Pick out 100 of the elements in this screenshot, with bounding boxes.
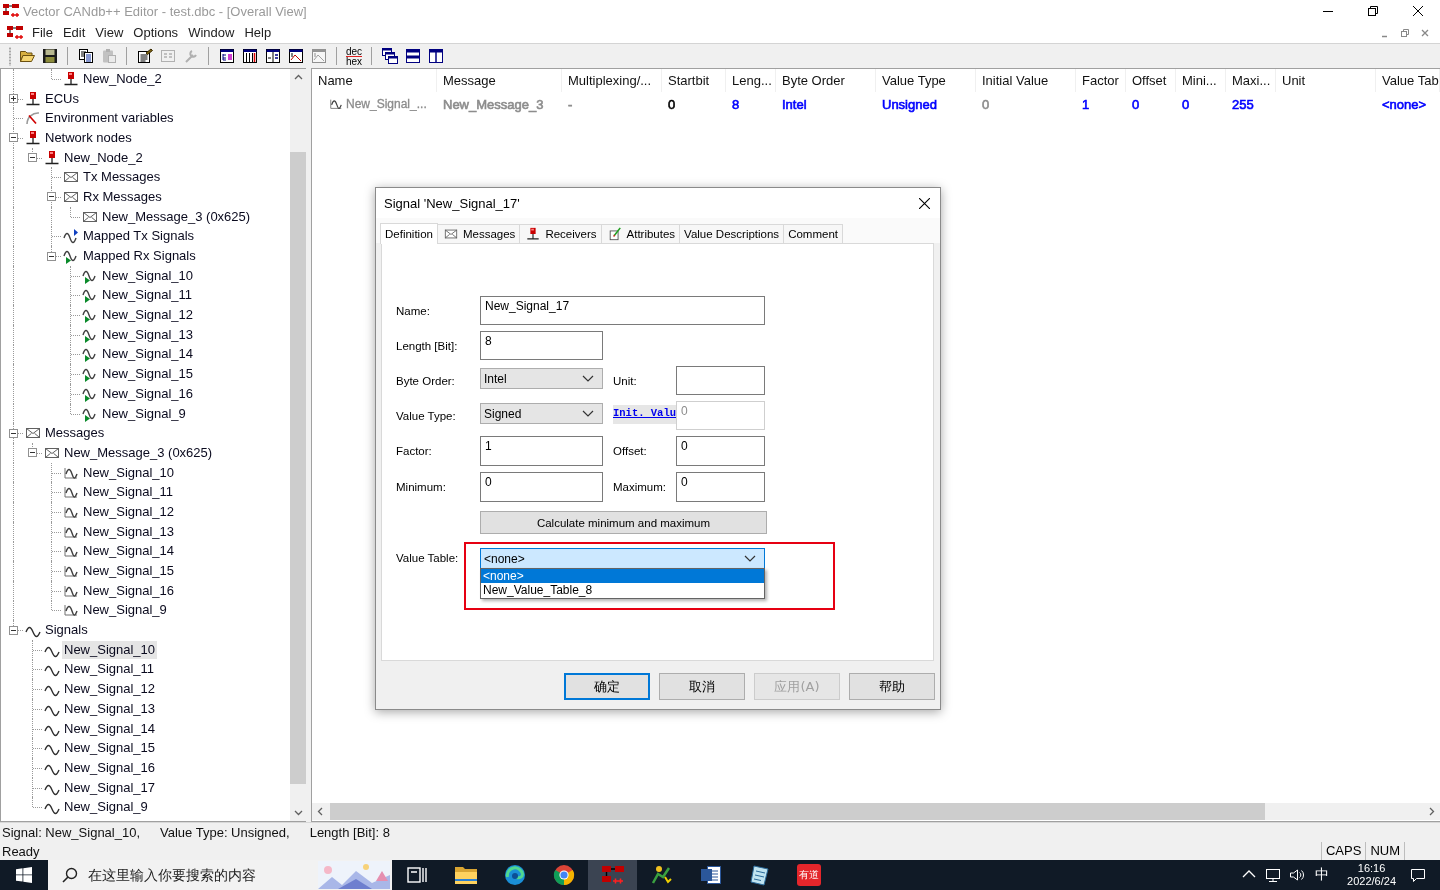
tree-item[interactable]: Environment variables <box>43 109 176 128</box>
plus-toggle-icon[interactable] <box>9 94 18 104</box>
tree-item[interactable]: New_Signal_15 <box>62 739 158 758</box>
column-header[interactable]: Initial Value <box>976 69 1076 92</box>
offset-field[interactable]: 0 <box>676 436 765 466</box>
tree-item[interactable]: New_Message_3 (0x625) <box>100 207 253 226</box>
vertical-scrollbar[interactable] <box>290 69 306 821</box>
tree-item[interactable]: New_Signal_11 <box>81 483 176 502</box>
tab[interactable]: Messages <box>436 224 521 243</box>
tree-item[interactable]: New_Signal_12 <box>62 680 158 699</box>
tree-item[interactable]: Rx Messages <box>81 187 164 206</box>
column-header[interactable]: Mini... <box>1176 69 1226 92</box>
number-format-button[interactable]: dec hex <box>343 45 365 67</box>
tab[interactable]: Value Descriptions <box>679 224 785 243</box>
close-icon[interactable] <box>1420 27 1430 38</box>
tab[interactable]: Comment <box>783 224 843 243</box>
tree-item[interactable]: New_Signal_13 <box>100 325 196 344</box>
minus-toggle-icon[interactable] <box>9 428 18 438</box>
tree-item[interactable]: New_Signal_10 <box>81 463 177 482</box>
tree-item[interactable]: New_Signal_16 <box>100 384 196 403</box>
tree-item[interactable]: New_Signal_15 <box>81 562 177 581</box>
tree-item[interactable]: New_Signal_14 <box>62 719 158 738</box>
column-header[interactable]: Factor <box>1076 69 1126 92</box>
column-header[interactable]: Multiplexing/... <box>562 69 662 92</box>
minus-toggle-icon[interactable] <box>47 251 56 261</box>
clock-time[interactable]: 16:16 <box>1357 862 1386 875</box>
tree-item[interactable]: New_Signal_17 <box>62 778 158 797</box>
minus-toggle-icon[interactable] <box>28 153 37 163</box>
taskbar-button[interactable]: 有道 <box>784 860 833 890</box>
column-header[interactable]: Message <box>437 69 562 92</box>
minus-toggle-icon[interactable] <box>9 133 18 143</box>
tree-item[interactable]: Network nodes <box>43 128 134 147</box>
unit-field[interactable] <box>676 366 765 395</box>
tree-item[interactable]: New_Signal_14 <box>81 542 177 561</box>
notification-icon[interactable] <box>1410 867 1426 883</box>
column-header[interactable]: Byte Order <box>776 69 876 92</box>
tree-item[interactable]: New_Signal_15 <box>100 365 196 384</box>
menu-item[interactable]: Options <box>128 24 184 41</box>
tab[interactable]: Attributes <box>600 224 681 243</box>
monitor-icon[interactable] <box>1265 867 1282 883</box>
column-header[interactable]: Startbit <box>662 69 726 92</box>
tree-item[interactable]: New_Signal_11 <box>100 286 195 305</box>
scrollbar-thumb[interactable] <box>290 152 306 784</box>
minimum-field[interactable]: 0 <box>480 472 603 502</box>
minus-toggle-icon[interactable] <box>47 192 56 202</box>
column-header[interactable]: Name <box>312 69 437 92</box>
column-header[interactable]: Offset <box>1126 69 1176 92</box>
tree-item[interactable]: New_Signal_9 <box>62 798 150 817</box>
dialog-button[interactable]: 帮助 <box>849 673 935 700</box>
tree-item[interactable]: New_Signal_11 <box>62 660 157 679</box>
tree-item[interactable]: New_Signal_16 <box>81 581 177 600</box>
column-header[interactable]: Value Type <box>876 69 976 92</box>
tree-item[interactable]: Signals <box>43 621 90 640</box>
toolbar-grip[interactable] <box>8 46 12 66</box>
scrollbar-thumb[interactable] <box>330 803 1265 820</box>
dialog-button[interactable]: 取消 <box>659 673 745 700</box>
minus-toggle-icon[interactable] <box>9 625 18 635</box>
tree-item[interactable]: New_Signal_13 <box>62 699 158 718</box>
menu-item[interactable]: View <box>90 24 129 41</box>
menu-item[interactable]: Help <box>239 24 277 41</box>
tab[interactable]: Definition <box>380 223 438 244</box>
column-header[interactable]: Maxi... <box>1226 69 1276 92</box>
column-header[interactable]: Value Tab <box>1376 69 1440 92</box>
tree-item[interactable]: New_Signal_10 <box>100 266 196 285</box>
dialog-button[interactable]: 确定 <box>564 673 650 700</box>
name-field[interactable]: New_Signal_17 <box>480 296 765 325</box>
tree-item[interactable]: New_Signal_12 <box>100 306 196 325</box>
speaker-icon[interactable] <box>1289 867 1306 883</box>
length-field[interactable]: 8 <box>480 331 603 360</box>
horizontal-scrollbar[interactable] <box>312 803 1440 820</box>
tree-item[interactable]: New_Message_3 (0x625) <box>62 443 215 462</box>
tree-item[interactable]: New_Node_2 <box>62 148 145 167</box>
clock-date[interactable]: 2022/6/24 <box>1347 875 1396 888</box>
calculate-button[interactable]: Calculate minimum and maximum <box>480 511 767 534</box>
tree-item[interactable]: New_Node_2 <box>81 69 164 88</box>
tree-item[interactable]: New_Signal_9 <box>81 601 169 620</box>
tree-item[interactable]: New_Signal_13 <box>81 522 177 541</box>
tree-item[interactable]: New_Signal_9 <box>100 404 188 423</box>
value-table-dropdown[interactable]: <none> <box>480 548 765 569</box>
minus-toggle-icon[interactable] <box>28 448 37 458</box>
tree-item[interactable]: Mapped Rx Signals <box>81 247 198 266</box>
value-type-dropdown[interactable]: Signed <box>480 403 603 424</box>
restore-icon[interactable] <box>1400 27 1410 38</box>
tree-item[interactable]: Messages <box>43 424 107 443</box>
column-header[interactable]: Leng... <box>726 69 776 92</box>
tab[interactable]: Receivers <box>519 224 602 243</box>
input-method-indicator[interactable]: 中 <box>1315 866 1330 884</box>
tree-item[interactable]: New_Signal_16 <box>62 758 158 777</box>
menu-item[interactable]: File <box>27 24 58 41</box>
dropdown-option[interactable]: New_Value_Table_8 <box>481 583 764 597</box>
tree-item[interactable]: Mapped Tx Signals <box>81 227 197 246</box>
byte-order-dropdown[interactable]: Intel <box>480 368 603 389</box>
dropdown-option[interactable]: <none> <box>481 569 764 583</box>
maximum-field[interactable]: 0 <box>676 472 765 502</box>
tree-item[interactable]: New_Signal_14 <box>100 345 196 364</box>
menu-item[interactable]: Edit <box>57 24 91 41</box>
factor-field[interactable]: 1 <box>480 436 603 466</box>
tree-item[interactable]: Tx Messages <box>81 168 163 187</box>
column-header[interactable]: Unit <box>1276 69 1376 92</box>
tree-item[interactable]: New_Signal_10 <box>62 640 158 659</box>
